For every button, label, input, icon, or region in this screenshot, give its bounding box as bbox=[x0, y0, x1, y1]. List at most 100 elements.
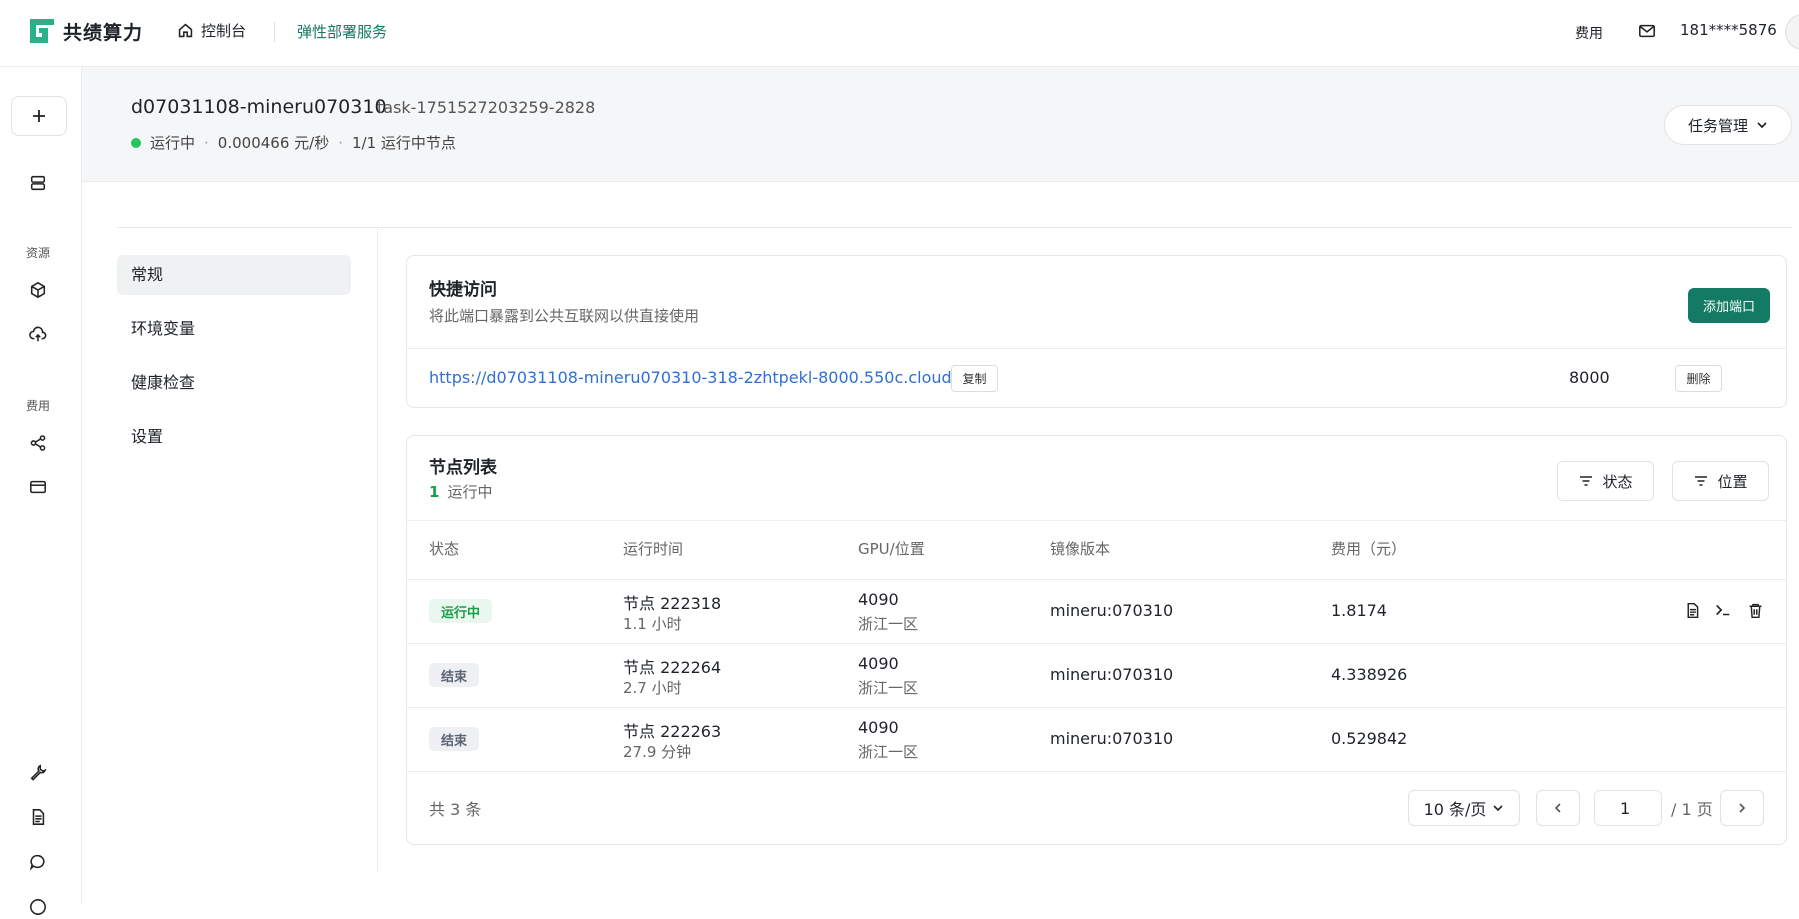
subnav-item-env[interactable]: 环境变量 bbox=[117, 309, 351, 349]
status-badge: 运行中 bbox=[429, 599, 493, 623]
node-list-title: 节点列表 bbox=[429, 458, 497, 478]
add-port-button[interactable]: 添加端口 bbox=[1688, 288, 1770, 323]
log-file-icon[interactable] bbox=[1682, 600, 1702, 620]
share-icon[interactable] bbox=[26, 431, 50, 455]
page-size-select[interactable]: 10 条/页 bbox=[1408, 790, 1520, 826]
pager-of-pages: / 1 页 bbox=[1671, 800, 1713, 819]
row-divider bbox=[406, 771, 1786, 772]
user-account[interactable]: 181****5876 bbox=[1680, 21, 1777, 39]
gpu-model: 4090 bbox=[858, 654, 899, 673]
card-divider bbox=[407, 348, 1786, 349]
subnav-item-health[interactable]: 健康检查 bbox=[117, 363, 351, 403]
job-header: d07031108-mineru070310 task-175152720325… bbox=[82, 67, 1799, 182]
status-badge: 结束 bbox=[429, 663, 480, 687]
brand-name: 共绩算力 bbox=[63, 21, 144, 44]
node-cost: 0.529842 bbox=[1331, 729, 1408, 748]
filter-icon bbox=[1580, 476, 1593, 486]
chevron-down-icon bbox=[1493, 805, 1503, 812]
running-label: 运行中 bbox=[447, 483, 493, 501]
column-header-status: 状态 bbox=[429, 540, 460, 558]
node-cost: 1.8174 bbox=[1331, 601, 1387, 620]
rail-section-resource: 资源 bbox=[25, 246, 50, 260]
cloud-upload-icon[interactable] bbox=[26, 323, 50, 347]
public-url-link[interactable]: https://d07031108-mineru070310-318-2zhtp… bbox=[429, 368, 974, 387]
job-nodes: 1/1 运行中节点 bbox=[351, 134, 456, 152]
image-version: mineru:070310 bbox=[1050, 729, 1174, 748]
filter-status-button[interactable]: 状态 bbox=[1557, 461, 1654, 501]
subnav-divider bbox=[377, 227, 378, 872]
page-size-label: 10 条/页 bbox=[1423, 800, 1487, 819]
copy-button[interactable]: 复制 bbox=[951, 365, 998, 392]
task-manage-dropdown[interactable]: 任务管理 bbox=[1664, 105, 1792, 145]
node-duration: 1.1 小时 bbox=[623, 615, 682, 633]
nav-fee[interactable]: 费用 bbox=[1575, 23, 1603, 43]
avatar[interactable] bbox=[1785, 14, 1799, 50]
column-header-cost: 费用（元） bbox=[1331, 540, 1407, 558]
nav-divider bbox=[274, 22, 275, 42]
separator-dot: · bbox=[204, 133, 209, 152]
help-icon[interactable] bbox=[26, 895, 50, 919]
row-divider bbox=[406, 643, 1786, 644]
status-dot bbox=[131, 137, 141, 148]
node-duration: 2.7 小时 bbox=[623, 679, 682, 697]
logo[interactable]: 共绩算力 bbox=[28, 17, 143, 45]
trash-icon[interactable] bbox=[1745, 600, 1765, 620]
column-header-gpu-location: GPU/位置 bbox=[858, 540, 925, 558]
node-id: 节点 222318 bbox=[623, 594, 722, 613]
next-page-button[interactable] bbox=[1720, 790, 1764, 826]
subnav-item-settings[interactable]: 设置 bbox=[117, 417, 351, 457]
chat-icon[interactable] bbox=[26, 850, 50, 874]
delete-port-button[interactable]: 删除 bbox=[1675, 365, 1722, 392]
nav-console[interactable]: 控制台 bbox=[177, 20, 246, 41]
plus-icon bbox=[33, 110, 45, 122]
credit-card-icon[interactable] bbox=[26, 475, 50, 499]
job-status: 运行中 bbox=[150, 134, 196, 152]
row-divider bbox=[406, 707, 1786, 708]
job-price: 0.000466 元/秒 bbox=[217, 134, 330, 152]
left-rail: 资源 费用 bbox=[0, 67, 82, 915]
image-version: mineru:070310 bbox=[1050, 601, 1174, 620]
content-divider bbox=[117, 227, 1792, 228]
top-bar: 共绩算力 控制台 弹性部署服务 费用 181****5876 bbox=[0, 0, 1799, 67]
terminal-icon[interactable] bbox=[1713, 600, 1733, 620]
node-id: 节点 222264 bbox=[623, 658, 722, 677]
filter-icon bbox=[1695, 476, 1708, 486]
rail-section-fee: 费用 bbox=[25, 399, 50, 413]
node-location: 浙江一区 bbox=[858, 615, 919, 633]
chevron-right-icon bbox=[1739, 803, 1746, 813]
gpu-model: 4090 bbox=[858, 718, 899, 737]
node-duration: 27.9 分钟 bbox=[623, 743, 692, 761]
prev-page-button[interactable] bbox=[1536, 790, 1580, 826]
create-button[interactable] bbox=[11, 96, 67, 136]
quick-access-title: 快捷访问 bbox=[429, 280, 497, 300]
server-list-icon[interactable] bbox=[26, 171, 50, 195]
pager-total: 共 3 条 bbox=[429, 800, 482, 819]
mail-icon[interactable] bbox=[1638, 22, 1656, 44]
column-header-runtime: 运行时间 bbox=[623, 540, 684, 558]
node-cost: 4.338926 bbox=[1331, 665, 1408, 684]
node-running-summary: 1 运行中 bbox=[429, 481, 492, 502]
filter-location-label: 位置 bbox=[1717, 472, 1748, 491]
subnav-item-general[interactable]: 常规 bbox=[117, 255, 351, 295]
settings-subnav: 常规 环境变量 健康检查 设置 bbox=[117, 255, 351, 471]
nav-console-label: 控制台 bbox=[201, 22, 247, 40]
task-manage-label: 任务管理 bbox=[1687, 116, 1748, 135]
status-badge: 结束 bbox=[429, 727, 480, 751]
gpu-model: 4090 bbox=[858, 590, 899, 609]
page-number-input[interactable] bbox=[1594, 790, 1662, 826]
table-header-top-divider bbox=[407, 520, 1786, 521]
nav-elastic-service[interactable]: 弹性部署服务 bbox=[297, 21, 387, 42]
image-version: mineru:070310 bbox=[1050, 665, 1174, 684]
job-name: d07031108-mineru070310 bbox=[131, 96, 387, 118]
filter-status-label: 状态 bbox=[1602, 472, 1633, 491]
separator-dot: · bbox=[338, 133, 343, 152]
running-count: 1 bbox=[429, 483, 440, 501]
public-url: https://d07031108-mineru070310-318-2zhtp… bbox=[429, 368, 952, 387]
document-icon[interactable] bbox=[26, 805, 50, 829]
node-location: 浙江一区 bbox=[858, 743, 919, 761]
package-icon[interactable] bbox=[26, 278, 50, 302]
wrench-icon[interactable] bbox=[26, 760, 50, 784]
home-icon bbox=[178, 23, 193, 38]
node-id: 节点 222263 bbox=[623, 722, 722, 741]
filter-location-button[interactable]: 位置 bbox=[1672, 461, 1769, 501]
